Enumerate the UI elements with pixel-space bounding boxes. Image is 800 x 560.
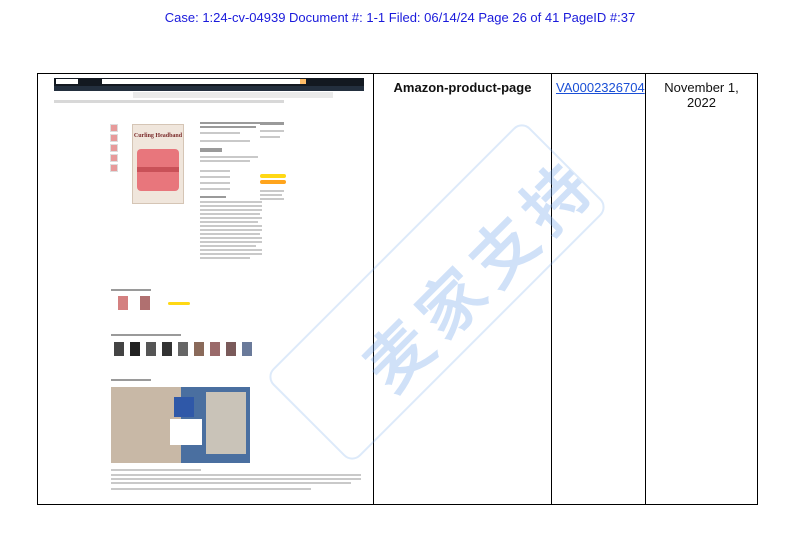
date-cell: November 1, 2022 xyxy=(645,73,758,505)
text-line xyxy=(260,198,284,200)
price-line xyxy=(200,148,222,152)
text-line xyxy=(200,233,260,235)
product-thumb xyxy=(242,342,252,356)
text-line xyxy=(260,130,284,132)
exhibit-table: Curling Headband RobeCurls Amazon-produc… xyxy=(37,73,758,505)
text-line xyxy=(200,209,262,211)
promo-textbox xyxy=(170,419,202,445)
table-row: Curling Headband RobeCurls Amazon-produc… xyxy=(37,73,758,505)
text-line xyxy=(200,257,250,259)
product-thumb xyxy=(146,342,156,356)
promo-photo xyxy=(206,392,246,454)
product-title-line xyxy=(200,122,260,124)
section-heading xyxy=(111,379,151,381)
product-thumb xyxy=(210,342,220,356)
amazon-logo xyxy=(56,79,78,84)
product-thumb xyxy=(130,342,140,356)
text-line xyxy=(111,482,351,484)
text-line xyxy=(260,136,280,138)
text-line xyxy=(200,170,230,172)
text-line xyxy=(200,217,262,219)
text-line xyxy=(200,156,258,158)
text-line xyxy=(200,132,240,134)
text-line xyxy=(200,160,250,162)
text-line xyxy=(200,196,226,198)
buybox-price xyxy=(260,122,284,125)
text-line xyxy=(200,221,258,223)
product-title-line xyxy=(200,126,256,128)
product-thumb xyxy=(178,342,188,356)
add-to-cart-button xyxy=(168,302,190,305)
text-line xyxy=(200,140,250,142)
amazon-breadcrumb xyxy=(54,100,284,103)
product-thumb xyxy=(194,342,204,356)
text-line xyxy=(111,488,311,490)
product-thumb xyxy=(140,296,150,310)
text-line xyxy=(200,249,262,251)
text-line xyxy=(111,474,361,476)
section-heading xyxy=(111,334,181,336)
text-line xyxy=(260,194,282,196)
product-image: Curling Headband xyxy=(132,124,184,204)
promo-brand-text: RobeCurls xyxy=(260,406,286,412)
text-line xyxy=(200,237,262,239)
package-title: Curling Headband xyxy=(133,133,183,139)
amazon-screenshot-thumbnail: Curling Headband RobeCurls xyxy=(38,74,374,504)
product-type: Amazon-product-page xyxy=(393,80,532,95)
registration-link[interactable]: VA0002326704 xyxy=(552,74,645,95)
text-line xyxy=(260,190,284,192)
text-line xyxy=(200,176,230,178)
screenshot-cell: Curling Headband RobeCurls xyxy=(37,73,374,505)
product-thumb xyxy=(118,296,128,310)
product-thumb xyxy=(114,342,124,356)
text-line xyxy=(200,253,262,255)
text-line xyxy=(111,469,201,471)
amazon-banner xyxy=(133,92,333,98)
text-line xyxy=(200,241,262,243)
text-line xyxy=(200,245,256,247)
text-line xyxy=(200,213,260,215)
case-header: Case: 1:24-cv-04939 Document #: 1-1 File… xyxy=(164,10,636,25)
text-line xyxy=(200,188,230,190)
add-to-cart-button xyxy=(260,174,286,178)
registration-date: November 1, 2022 xyxy=(664,80,739,110)
text-line xyxy=(200,225,262,227)
text-line xyxy=(200,182,230,184)
buy-now-button xyxy=(260,180,286,184)
text-line xyxy=(200,229,262,231)
product-thumb xyxy=(162,342,172,356)
search-icon xyxy=(300,79,306,84)
promo-side-panel xyxy=(250,387,283,463)
text-line xyxy=(200,205,262,207)
headband-band xyxy=(137,167,179,172)
product-thumb xyxy=(226,342,236,356)
brand-logo xyxy=(174,397,194,417)
text-line xyxy=(200,201,262,203)
registration-cell: VA0002326704 xyxy=(551,73,646,505)
amazon-search-bar xyxy=(102,79,302,84)
section-heading xyxy=(111,289,151,291)
text-line xyxy=(111,478,361,480)
amazon-nav-bar xyxy=(54,86,364,91)
product-type-cell: Amazon-product-page xyxy=(373,73,552,505)
